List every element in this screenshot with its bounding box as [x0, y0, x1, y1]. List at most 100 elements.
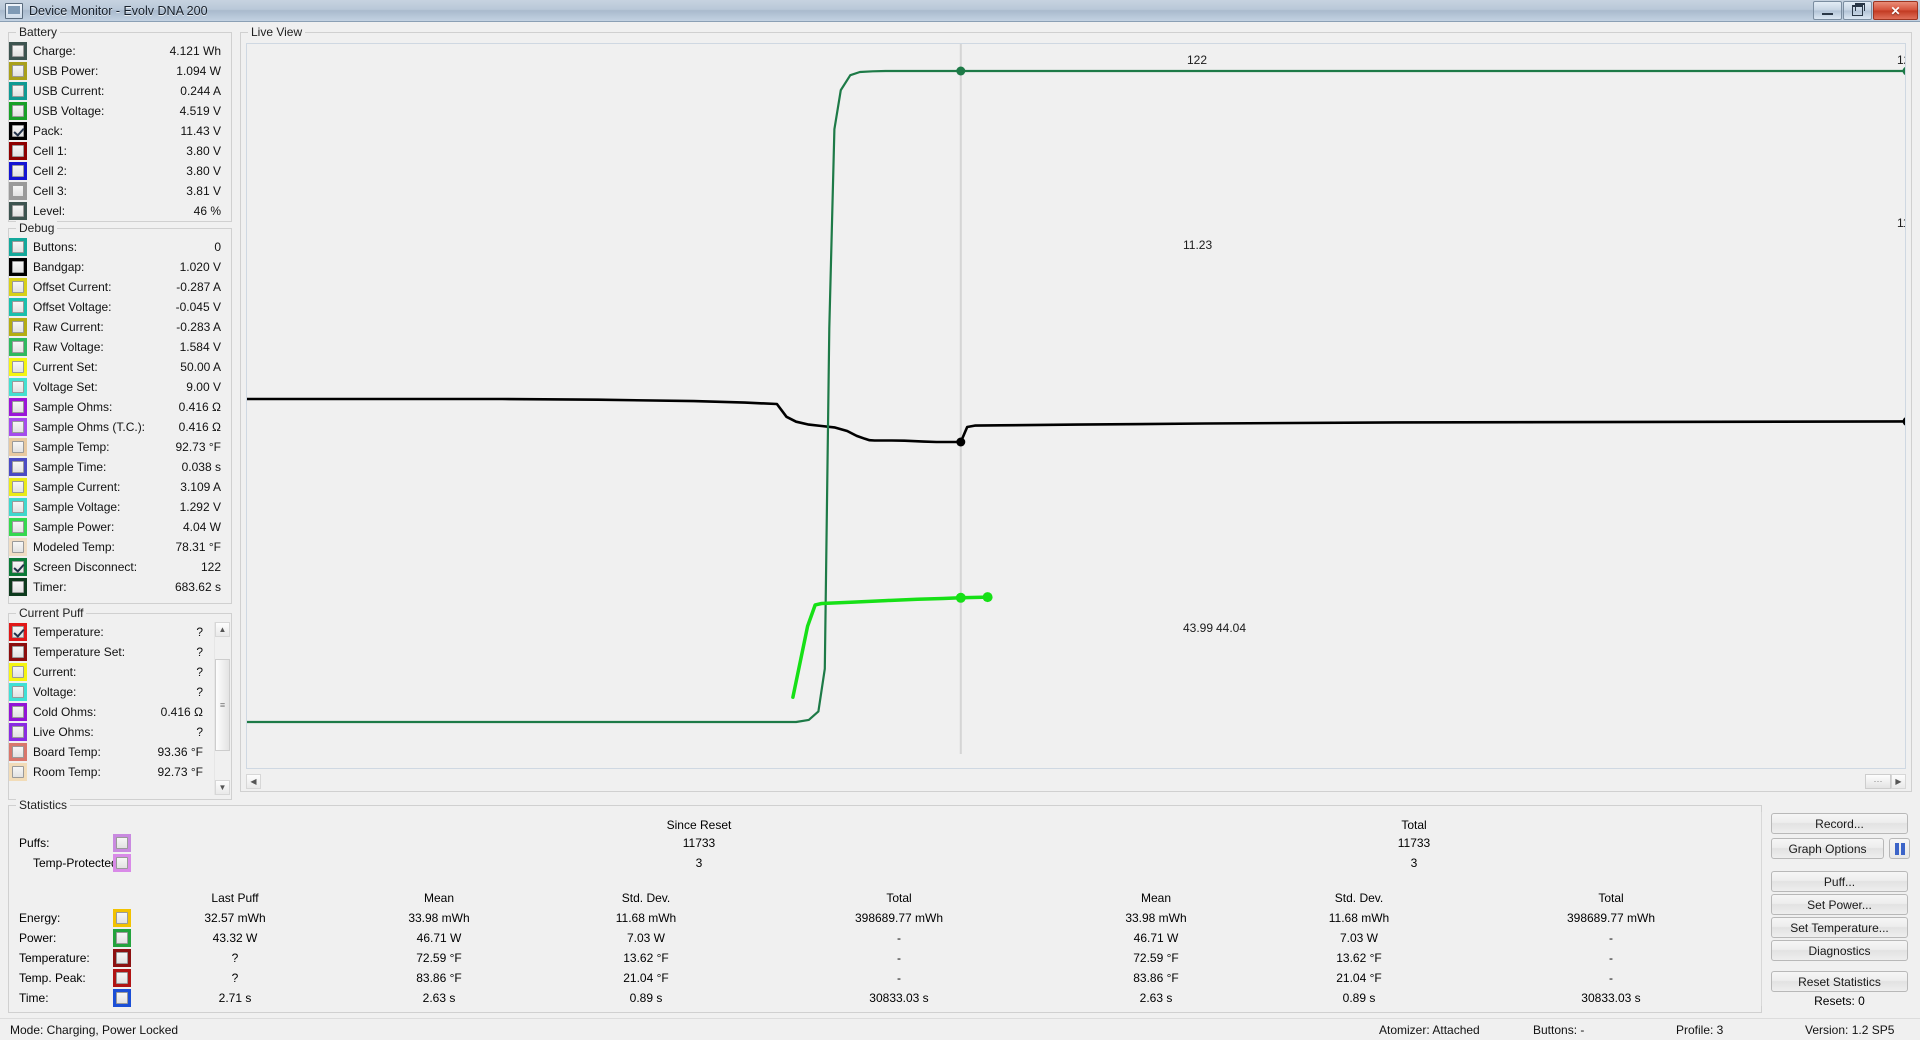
series-checkbox[interactable] [12, 646, 24, 658]
series-checkbox[interactable] [12, 261, 24, 273]
series-checkbox[interactable] [12, 706, 24, 718]
current-puff-scrollbar[interactable]: ▲ ≡ ▼ [214, 622, 230, 795]
list-item[interactable]: Cell 3: 3.81 V [9, 181, 231, 201]
list-item[interactable]: Offset Voltage: -0.045 V [9, 297, 231, 317]
close-button[interactable]: ✕ [1873, 1, 1918, 20]
list-item[interactable]: USB Power: 1.094 W [9, 61, 231, 81]
list-item[interactable]: Raw Voltage: 1.584 V [9, 337, 231, 357]
list-item[interactable]: Sample Temp: 92.73 °F [9, 437, 231, 457]
window-title-bar[interactable]: Device Monitor - Evolv DNA 200 ✕ [0, 0, 1920, 22]
list-item[interactable]: Voltage:? [9, 682, 213, 702]
diagnostics-button[interactable]: Diagnostics [1771, 940, 1908, 961]
list-item[interactable]: Buttons: 0 [9, 237, 231, 257]
series-checkbox[interactable] [12, 185, 24, 197]
set-temperature-button[interactable]: Set Temperature... [1771, 917, 1908, 938]
list-item[interactable]: Charge: 4.121 Wh [9, 41, 231, 61]
series-checkbox[interactable] [12, 441, 24, 453]
scrollbar-thumb[interactable]: ≡ [215, 659, 230, 751]
scroll-left-arrow-icon[interactable]: ◀ [246, 774, 261, 789]
statistics-counter-checkbox[interactable] [116, 857, 128, 869]
series-checkbox[interactable] [12, 65, 24, 77]
series-checkbox[interactable] [12, 85, 24, 97]
set-power-button[interactable]: Set Power... [1771, 894, 1908, 915]
pause-button[interactable] [1889, 838, 1910, 859]
series-checkbox[interactable] [12, 501, 24, 513]
scrollbar-grip[interactable]: ⋯ [1865, 774, 1891, 789]
restore-button[interactable] [1843, 1, 1872, 20]
series-checkbox[interactable] [12, 521, 24, 533]
list-item[interactable]: Voltage Set: 9.00 V [9, 377, 231, 397]
series-checkbox[interactable] [12, 666, 24, 678]
list-item[interactable]: Temperature:? [9, 622, 213, 642]
list-item[interactable]: Raw Current: -0.283 A [9, 317, 231, 337]
series-checkbox[interactable] [12, 686, 24, 698]
series-checkbox[interactable] [12, 341, 24, 353]
statistics-row-checkbox[interactable] [116, 972, 128, 984]
statistics-counter-checkbox[interactable] [116, 837, 128, 849]
series-checkbox[interactable] [12, 401, 24, 413]
series-checkbox[interactable] [12, 301, 24, 313]
puff-button[interactable]: Puff... [1771, 871, 1908, 892]
series-checkbox[interactable] [12, 561, 24, 573]
series-checkbox[interactable] [12, 105, 24, 117]
scroll-down-arrow-icon[interactable]: ▼ [215, 780, 230, 795]
statistics-row-checkbox[interactable] [116, 992, 128, 1004]
series-checkbox[interactable] [12, 145, 24, 157]
series-checkbox[interactable] [12, 581, 24, 593]
list-item[interactable]: USB Current: 0.244 A [9, 81, 231, 101]
series-checkbox[interactable] [12, 461, 24, 473]
series-checkbox[interactable] [12, 321, 24, 333]
series-checkbox[interactable] [12, 45, 24, 57]
scrollbar-track[interactable]: ≡ [215, 637, 230, 780]
list-item[interactable]: Bandgap: 1.020 V [9, 257, 231, 277]
list-item[interactable]: Cold Ohms: 0.416 Ω [9, 702, 213, 722]
series-checkbox[interactable] [12, 766, 24, 778]
series-checkbox[interactable] [12, 726, 24, 738]
series-checkbox[interactable] [12, 281, 24, 293]
list-item[interactable]: Sample Ohms: 0.416 Ω [9, 397, 231, 417]
list-item[interactable]: Current:? [9, 662, 213, 682]
series-checkbox[interactable] [12, 381, 24, 393]
series-checkbox[interactable] [12, 241, 24, 253]
list-item[interactable]: Offset Current: -0.287 A [9, 277, 231, 297]
statistics-row-checkbox[interactable] [116, 912, 128, 924]
series-checkbox[interactable] [12, 746, 24, 758]
list-item[interactable]: Temperature Set:? [9, 642, 213, 662]
list-item[interactable]: Modeled Temp: 78.31 °F [9, 537, 231, 557]
scroll-right-arrow-icon[interactable]: ▶ [1891, 774, 1906, 789]
series-checkbox[interactable] [12, 125, 24, 137]
minimize-button[interactable] [1813, 1, 1842, 20]
graph-options-button[interactable]: Graph Options [1771, 838, 1884, 859]
list-item[interactable]: Screen Disconnect: 122 [9, 557, 231, 577]
series-checkbox[interactable] [12, 481, 24, 493]
list-item[interactable]: Board Temp: 93.36 °F [9, 742, 213, 762]
list-item[interactable]: Cell 1: 3.80 V [9, 141, 231, 161]
list-item[interactable]: Timer: 683.62 s [9, 577, 231, 597]
list-item[interactable]: Pack: 11.43 V [9, 121, 231, 141]
live-view-plot[interactable]: 122 122 11.23 11.43 43.9944.04 [246, 43, 1906, 769]
reset-statistics-button[interactable]: Reset Statistics [1771, 971, 1908, 992]
list-item[interactable]: Level: 46 % [9, 201, 231, 221]
record-button[interactable]: Record... [1771, 813, 1908, 834]
list-item[interactable]: USB Voltage: 4.519 V [9, 101, 231, 121]
list-item[interactable]: Room Temp: 92.73 °F [9, 762, 213, 782]
series-checkbox[interactable] [12, 165, 24, 177]
scrollbar-right-controls[interactable]: ⋯ ▶ [1865, 774, 1906, 789]
list-item[interactable]: Live Ohms:? [9, 722, 213, 742]
series-checkbox[interactable] [12, 205, 24, 217]
series-checkbox[interactable] [12, 361, 24, 373]
live-view-horizontal-scrollbar[interactable]: ◀ ⋯ ▶ [246, 774, 1906, 789]
list-item[interactable]: Sample Ohms (T.C.): 0.416 Ω [9, 417, 231, 437]
statistics-row-checkbox[interactable] [116, 932, 128, 944]
list-item[interactable]: Sample Power: 4.04 W [9, 517, 231, 537]
list-item[interactable]: Current Set: 50.00 A [9, 357, 231, 377]
series-checkbox[interactable] [12, 541, 24, 553]
series-checkbox[interactable] [12, 626, 24, 638]
list-item[interactable]: Cell 2: 3.80 V [9, 161, 231, 181]
series-checkbox[interactable] [12, 421, 24, 433]
list-item[interactable]: Sample Time: 0.038 s [9, 457, 231, 477]
scroll-up-arrow-icon[interactable]: ▲ [215, 622, 230, 637]
list-item[interactable]: Sample Current: 3.109 A [9, 477, 231, 497]
statistics-row-checkbox[interactable] [116, 952, 128, 964]
list-item[interactable]: Sample Voltage: 1.292 V [9, 497, 231, 517]
